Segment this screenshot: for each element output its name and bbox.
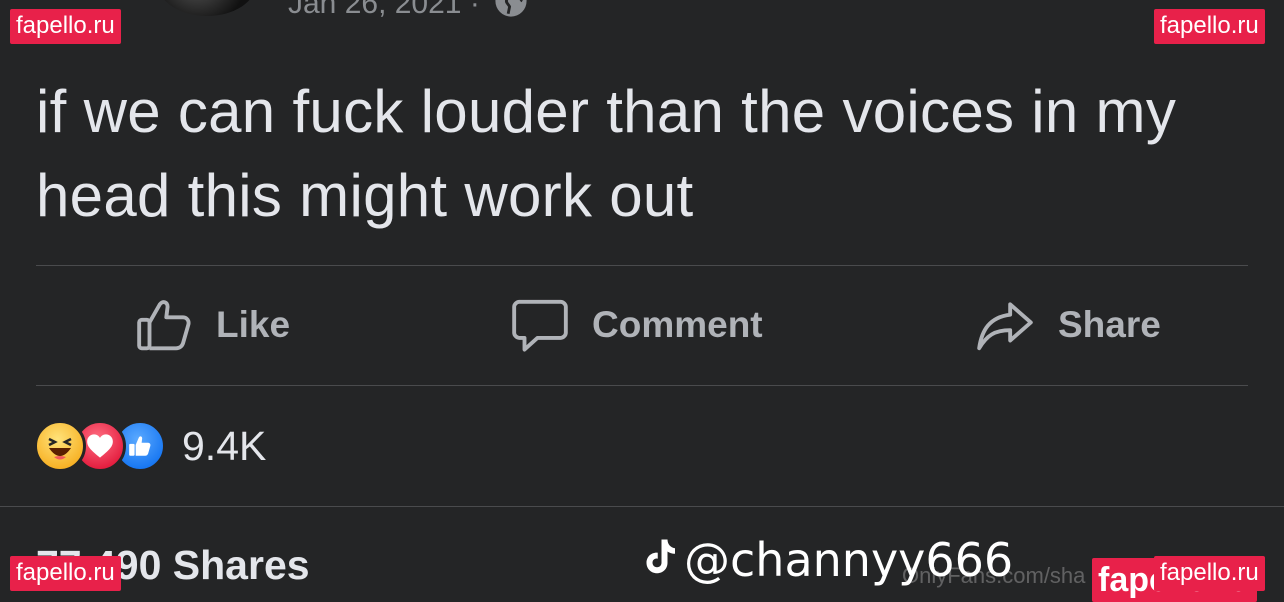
thumbs-up-icon <box>134 294 196 356</box>
divider <box>0 506 1284 507</box>
watermark-bottom-left: fapello.ru <box>10 556 121 591</box>
post-meta: Jan 26, 2021 · <box>288 0 528 26</box>
watermark-bottom-right: fapello.ru <box>1154 556 1265 591</box>
like-button[interactable]: Like <box>134 292 290 358</box>
watermark-top-left: fapello.ru <box>10 9 121 44</box>
author-avatar[interactable] <box>158 0 256 16</box>
watermark-top-right: fapello.ru <box>1154 9 1265 44</box>
haha-reaction-icon <box>34 420 86 472</box>
share-label: Share <box>1058 304 1161 345</box>
share-button[interactable]: Share <box>972 292 1161 358</box>
globe-icon <box>494 0 528 26</box>
like-label: Like <box>216 304 291 345</box>
reactions-summary[interactable]: 9.4K <box>34 420 266 472</box>
reaction-count[interactable]: 9.4K <box>182 423 266 470</box>
share-arrow-icon <box>972 294 1038 356</box>
comment-label: Comment <box>592 304 763 345</box>
onlyfans-watermark: OnlyFans.com/sha <box>902 563 1086 588</box>
divider <box>36 265 1248 266</box>
comment-icon <box>508 294 572 356</box>
tiktok-icon <box>642 533 678 587</box>
comment-button[interactable]: Comment <box>508 292 763 358</box>
post-text: if we can fuck louder than the voices in… <box>36 78 1177 229</box>
divider <box>36 385 1248 386</box>
post-date[interactable]: Jan 26, 2021 <box>288 0 461 20</box>
meta-separator: · <box>469 0 480 20</box>
